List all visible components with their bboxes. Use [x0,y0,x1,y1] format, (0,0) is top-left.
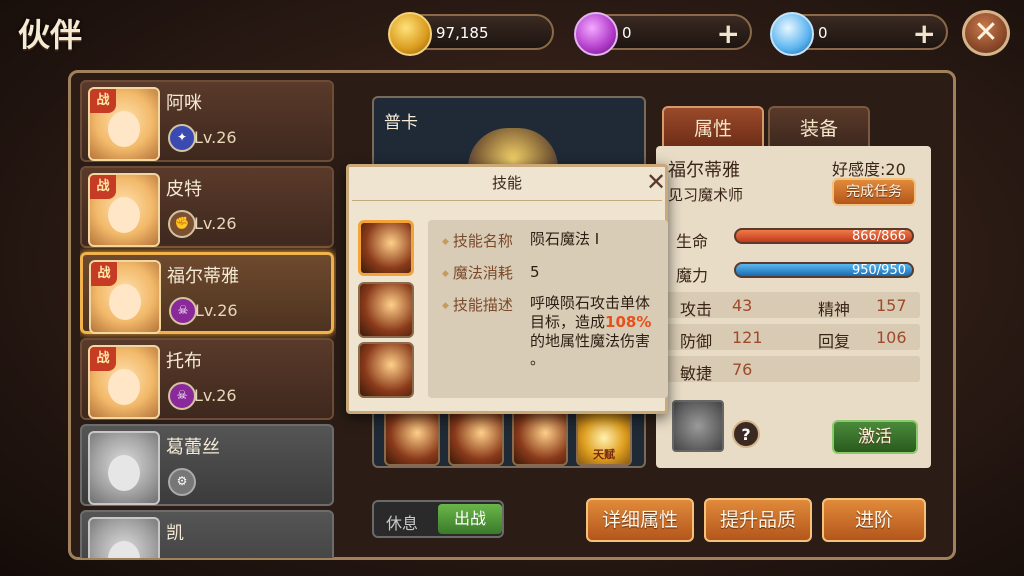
spirit-label: 精神 [818,300,851,319]
recovery-value: 106 [876,328,907,347]
spirit-value: 157 [876,296,907,315]
companion-name: 葛蕾丝 [166,437,220,458]
upgrade-quality-button[interactable]: 提升品质 [704,498,812,542]
companion-name: 凯 [166,523,184,544]
companion-list[interactable]: 战 阿咪 ✦ Lv.26 战 皮特 ✊ Lv.26 战 福尔蒂雅 ☠ Lv.26… [80,80,336,558]
meteor-skill-1-icon[interactable] [358,220,414,276]
battle-badge: 战 [91,262,117,286]
diamond-icon [770,12,814,56]
mp-bar: 950/950 [734,262,914,278]
hp-label: 生命 [676,232,709,251]
companion-portrait [88,431,160,505]
meteor-skill-icon[interactable] [448,410,504,466]
mana-cost: 5 [530,263,540,281]
hero-class: 见习魔术师 [668,186,744,204]
gold-counter: 97,185 [388,12,554,56]
attack-label: 攻击 [680,300,713,319]
hp-value: 866/866 [851,229,906,244]
meteor-skill-2-icon[interactable] [358,282,414,338]
battle-badge: 战 [90,347,116,371]
affinity-value: 好感度:20 [832,160,906,179]
wind-element-icon: ✦ [168,124,196,152]
companion-portrait: 战 [88,87,160,161]
companion-level: Lv.26 [194,128,237,147]
activate-button[interactable]: 激活 [832,420,918,454]
locked-element-icon: ⚙ [168,468,196,496]
attack-value: 43 [732,296,753,315]
companion-card-selected[interactable]: 战 福尔蒂雅 ☠ Lv.26 [80,252,334,334]
hero-name: 福尔蒂雅 [668,160,740,181]
diamond-value: 0 [818,24,828,42]
skill-desc-label: 技能描述 [442,294,513,315]
companion-card[interactable]: 战 皮特 ✊ Lv.26 [80,166,334,248]
page-title: 伙伴 [18,16,83,54]
talent-label: 天赋 [593,448,615,461]
tab-attributes[interactable]: 属性 [662,106,764,148]
companion-name: 福尔蒂雅 [167,266,239,287]
rest-option[interactable]: 休息 [386,510,418,534]
recovery-label: 回复 [818,332,851,351]
meteor-skill-icon[interactable] [512,410,568,466]
skill-desc-line: 目标，造成108% [530,313,652,331]
detail-attributes-button[interactable]: 详细属性 [586,498,694,542]
advance-button[interactable]: 进阶 [822,498,926,542]
status-toggle[interactable]: 休息 出战 [372,500,504,538]
companion-level: Lv.26 [194,386,237,405]
agility-label: 敏捷 [680,364,713,383]
hp-bar: 866/866 [734,228,914,244]
mana-cost-label: 魔法消耗 [442,262,513,283]
gold-value: 97,185 [436,24,489,42]
damage-percent: 108% [605,313,652,331]
meteor-skill-icon[interactable] [384,410,440,466]
popup-title: 技能 [491,174,522,192]
companion-card-locked[interactable]: 葛蕾丝 ⚙ [80,424,334,506]
evolution-portrait[interactable] [672,400,724,452]
help-icon[interactable]: ? [732,420,760,448]
defense-value: 121 [732,328,763,347]
gem-counter: 0 + [574,12,752,56]
purple-gem-icon [574,12,618,56]
dark-element-icon: ☠ [169,297,197,325]
agility-value: 76 [732,360,753,379]
complete-task-button[interactable]: 完成任务 [832,178,916,206]
gold-coin-icon [388,12,432,56]
battle-badge: 战 [90,89,116,113]
companion-name: 阿咪 [166,93,202,114]
companion-name: 托布 [166,351,202,372]
skill-desc-line: 。 [530,350,546,368]
skill-name-label: 技能名称 [442,230,513,251]
battle-option[interactable]: 出战 [438,504,502,534]
stage-title: 普卡 [384,113,418,133]
gem-value: 0 [622,24,632,42]
close-button[interactable]: ✕ [962,10,1010,56]
skill-desc-line: 呼唤陨石攻击单体 [530,294,651,312]
popup-close-button[interactable]: ✕ [646,168,666,196]
companion-portrait [88,517,160,558]
diamond-counter: 0 + [770,12,948,56]
dark-element-icon: ☠ [168,382,196,410]
skill-name: 陨石魔法 Ⅰ [530,230,600,248]
defense-label: 防御 [680,332,713,351]
companion-portrait: 战 [88,173,160,247]
companion-portrait: 战 [88,345,160,419]
companion-card[interactable]: 战 托布 ☠ Lv.26 [80,338,334,420]
companion-portrait: 战 [89,260,161,334]
battle-badge: 战 [90,175,116,199]
companion-level: Lv.26 [194,214,237,233]
companion-level: Lv.26 [195,301,238,320]
companion-card-locked[interactable]: 凯 [80,510,334,558]
companion-name: 皮特 [166,179,202,200]
meteor-skill-3-icon[interactable] [358,342,414,398]
tab-equipment[interactable]: 装备 [768,106,870,148]
skill-desc-line: 的地属性魔法伤害 [530,332,651,350]
add-gem-button[interactable]: + [717,17,740,50]
mp-label: 魔力 [676,266,709,285]
mp-value: 950/950 [851,263,906,278]
add-diamond-button[interactable]: + [913,17,936,50]
popup-divider [352,200,662,201]
earth-element-icon: ✊ [168,210,196,238]
talent-icon[interactable]: 天赋 [576,410,632,466]
companion-card[interactable]: 战 阿咪 ✦ Lv.26 [80,80,334,162]
